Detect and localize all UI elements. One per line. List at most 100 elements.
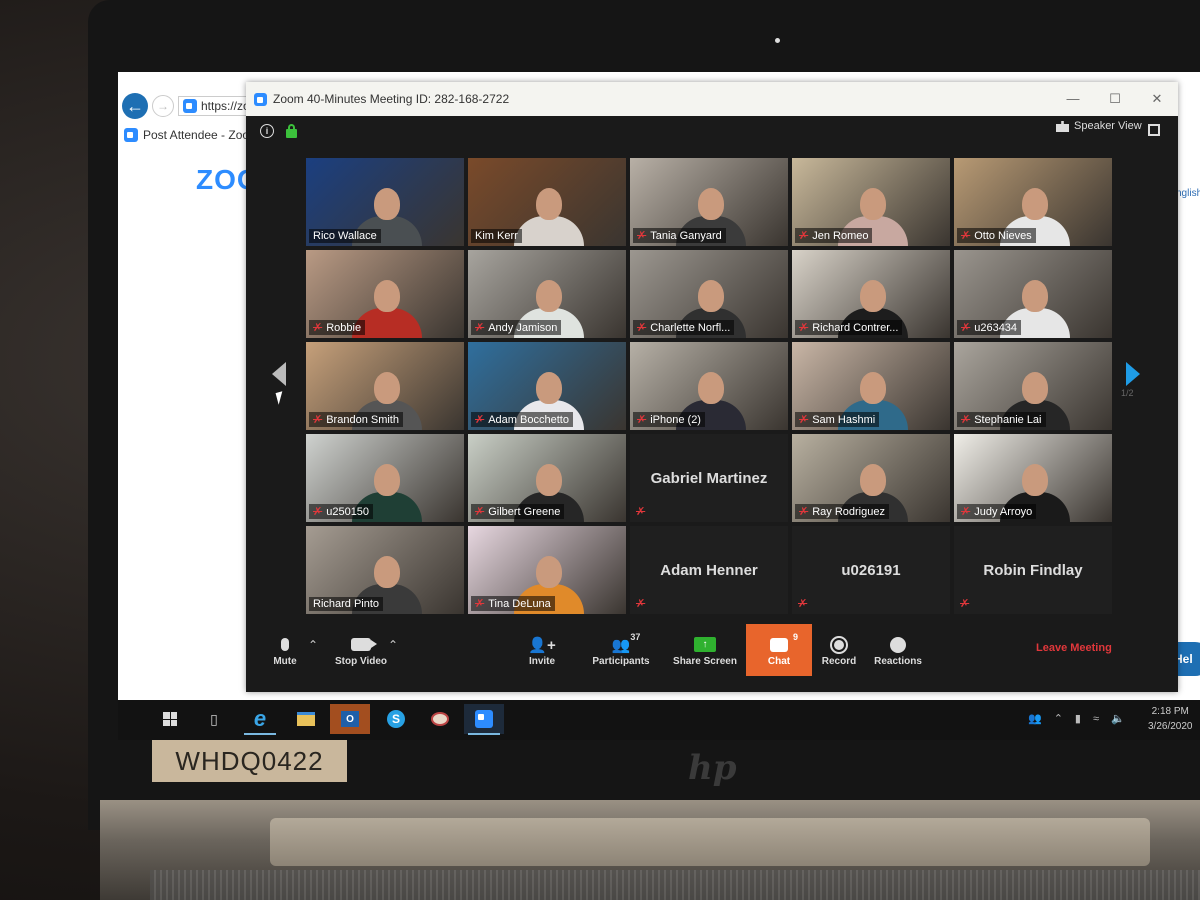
taskbar-internet-explorer[interactable]: e xyxy=(240,704,280,735)
participant-tile[interactable]: Rico Wallace xyxy=(306,158,464,246)
taskbar-outlook[interactable]: O xyxy=(330,704,370,734)
participant-tile[interactable]: ✗ Adam Bocchetto xyxy=(468,342,626,430)
muted-microphone-icon: ✗ xyxy=(475,598,485,610)
taskbar-zoom[interactable] xyxy=(464,704,504,735)
minimize-button[interactable]: — xyxy=(1052,91,1094,107)
address-bar[interactable]: https://zo xyxy=(178,96,255,116)
participant-name-label: ✗ Andy Jamison xyxy=(471,320,562,335)
chat-unread-count: 9 xyxy=(792,631,798,642)
participant-name-label: Kim Kerr xyxy=(471,229,522,243)
volume-icon[interactable]: 🔈 xyxy=(1111,712,1125,725)
participant-tile[interactable]: Robin Findlay ✗ xyxy=(954,526,1112,614)
participant-tile[interactable]: ✗ Tania Ganyard xyxy=(630,158,788,246)
internet-explorer-icon: e xyxy=(253,706,267,731)
taskbar-paint[interactable] xyxy=(420,704,460,734)
participant-name-label: ✗ Charlette Norfl... xyxy=(633,320,735,335)
paint-palette-icon xyxy=(431,712,449,726)
participant-tile[interactable]: ✗ Jen Romeo xyxy=(792,158,950,246)
maximize-button[interactable]: ☐ xyxy=(1094,91,1136,107)
video-options-chevron-icon[interactable]: ⌃ xyxy=(388,638,398,652)
participant-tile[interactable]: ✗ Tina DeLuna xyxy=(468,526,626,614)
participant-tile[interactable]: u026191 ✗ xyxy=(792,526,950,614)
participant-tile[interactable]: ✗ Gilbert Greene xyxy=(468,434,626,522)
info-icon[interactable]: i xyxy=(260,124,274,138)
window-title: Zoom 40-Minutes Meeting ID: 282-168-2722 xyxy=(273,92,510,106)
taskbar-file-explorer[interactable] xyxy=(286,704,326,734)
share-screen-label: Share Screen xyxy=(673,655,737,667)
previous-page-arrow-icon[interactable] xyxy=(272,362,286,386)
record-button[interactable]: Record xyxy=(816,624,862,676)
zoom-meeting-window: Zoom 40-Minutes Meeting ID: 282-168-2722… xyxy=(246,82,1178,692)
leave-meeting-button[interactable]: Leave Meeting xyxy=(1036,642,1112,654)
participant-name-label: ✗ Otto Nieves xyxy=(957,228,1036,243)
participant-tile[interactable]: ✗ Stephanie Lai xyxy=(954,342,1112,430)
chat-button[interactable]: 9 Chat xyxy=(746,624,812,676)
participant-tile[interactable]: Kim Kerr xyxy=(468,158,626,246)
battery-icon[interactable]: ▮ xyxy=(1075,712,1081,725)
participant-tile[interactable]: Gabriel Martinez ✗ xyxy=(630,434,788,522)
speaker-view-button[interactable]: Speaker View xyxy=(1056,120,1142,132)
stop-video-button[interactable]: Stop Video xyxy=(326,624,396,676)
muted-microphone-icon: ✗ xyxy=(475,506,485,518)
taskbar-skype[interactable]: S xyxy=(376,704,416,734)
participant-tile[interactable]: Richard Pinto xyxy=(306,526,464,614)
participant-name-label: ✗ Richard Contrer... xyxy=(795,320,903,335)
participant-face xyxy=(1022,464,1048,496)
participant-tile[interactable]: ✗ Judy Arroyo xyxy=(954,434,1112,522)
fullscreen-icon[interactable] xyxy=(1148,124,1160,136)
participant-tile[interactable]: ✗ Charlette Norfl... xyxy=(630,250,788,338)
system-clock[interactable]: 2:18 PM 3/26/2020 xyxy=(1148,704,1193,734)
audio-options-chevron-icon[interactable]: ⌃ xyxy=(308,638,318,652)
mute-button[interactable]: Mute xyxy=(260,624,310,676)
reactions-smiley-icon xyxy=(890,636,906,653)
show-hidden-icons-chevron-icon[interactable]: ⌃ xyxy=(1054,712,1063,725)
next-page-arrow-icon[interactable] xyxy=(1126,362,1140,386)
participant-face xyxy=(1022,372,1048,404)
browser-tab[interactable]: Post Attendee - Zoo xyxy=(124,128,249,142)
participant-tile[interactable]: ✗ Sam Hashmi xyxy=(792,342,950,430)
asset-tag-label: WHDQ0422 xyxy=(152,740,347,782)
participant-name-label: ✗ Tina DeLuna xyxy=(471,596,555,611)
participant-face xyxy=(536,556,562,588)
reactions-button[interactable]: Reactions xyxy=(870,624,926,676)
participant-tile[interactable]: ✗ Otto Nieves xyxy=(954,158,1112,246)
taskbar-start[interactable] xyxy=(150,704,190,734)
participant-tile[interactable]: ✗ Robbie xyxy=(306,250,464,338)
participant-tile[interactable]: ✗ Richard Contrer... xyxy=(792,250,950,338)
participant-tile[interactable]: ✗ Ray Rodriguez xyxy=(792,434,950,522)
forward-button[interactable]: → xyxy=(152,95,174,117)
participant-name: Judy Arroyo xyxy=(974,505,1033,518)
meeting-body: i Speaker View 1/2 Rico Wallace Kim Kerr ✗… xyxy=(246,116,1178,692)
participant-tile[interactable]: ✗ u263434 xyxy=(954,250,1112,338)
participant-tile[interactable]: ✗ u250150 xyxy=(306,434,464,522)
taskbar-task-view[interactable]: ▯ xyxy=(194,704,234,734)
participant-name: Jen Romeo xyxy=(812,229,869,242)
participant-tile[interactable]: ✗ Andy Jamison xyxy=(468,250,626,338)
invite-button[interactable]: 👤+ Invite xyxy=(516,624,568,676)
participants-button[interactable]: 👥 37 Participants xyxy=(586,624,656,676)
clock-time: 2:18 PM xyxy=(1151,706,1189,717)
participants-count: 37 xyxy=(630,631,641,642)
participant-name: u250150 xyxy=(326,505,370,518)
participant-face xyxy=(536,372,562,404)
wifi-icon[interactable]: ≈ xyxy=(1093,713,1099,725)
participant-name-label: ✗ Gilbert Greene xyxy=(471,504,565,519)
encryption-lock-icon[interactable] xyxy=(286,124,297,138)
participant-tile[interactable]: Adam Henner ✗ xyxy=(630,526,788,614)
share-screen-button[interactable]: ↑ Share Screen xyxy=(672,624,738,676)
participant-tile[interactable]: ✗ iPhone (2) xyxy=(630,342,788,430)
participant-name-label: ✗ Stephanie Lai xyxy=(957,412,1046,427)
participant-face xyxy=(860,464,886,496)
zoom-favicon-icon xyxy=(124,128,138,142)
language-link[interactable]: nglish xyxy=(1176,188,1200,199)
close-button[interactable]: ✕ xyxy=(1136,91,1178,107)
back-button[interactable]: ← xyxy=(122,93,148,119)
system-tray: 👥 ⌃ ▮ ≈ 🔈 xyxy=(1028,712,1125,726)
participant-name: Robbie xyxy=(326,321,362,334)
page-indicator: 1/2 xyxy=(1121,388,1134,398)
participant-face xyxy=(374,188,400,220)
participant-tile[interactable]: ✗ Brandon Smith xyxy=(306,342,464,430)
people-icon[interactable]: 👥 xyxy=(1028,712,1042,725)
screen: ← → https://zo Post Attendee - Zoo ZOO n… xyxy=(118,72,1200,740)
invite-person-plus-icon: 👤+ xyxy=(528,636,556,654)
